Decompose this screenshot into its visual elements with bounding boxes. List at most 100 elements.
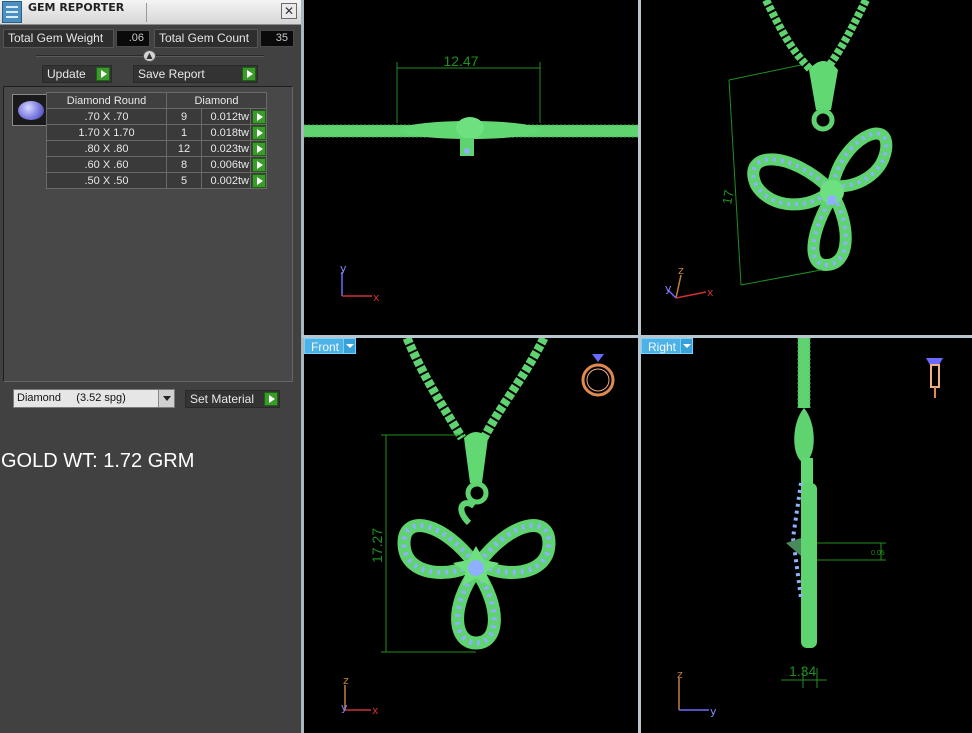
row-select-button[interactable] xyxy=(250,124,267,141)
axis-label-y: y xyxy=(665,282,672,295)
column-header-shape: Diamond Round xyxy=(46,92,167,109)
gem-weight: 0.006tw xyxy=(201,156,251,173)
material-dropdown[interactable]: Diamond (3.52 spg) xyxy=(13,389,175,408)
gem-weight: 0.018tw xyxy=(201,124,251,141)
play-arrow-icon xyxy=(252,158,266,172)
top-view-canvas: 12.47 y x xyxy=(304,53,638,304)
chevron-down-icon xyxy=(158,390,174,407)
pendant-perspective xyxy=(747,61,893,272)
table-header-row: Diamond Round Diamond xyxy=(46,92,267,109)
right-view-canvas: 0.05 1.34 z y xyxy=(677,338,943,718)
app-icon xyxy=(2,1,22,23)
viewport-splitter-vertical[interactable] xyxy=(638,0,641,733)
table-row: .60 X .60 8 0.006tw xyxy=(46,156,267,173)
gem-count: 8 xyxy=(166,156,202,173)
viewport-label-front[interactable]: Front xyxy=(304,338,347,354)
row-select-button[interactable] xyxy=(250,172,267,189)
gem-reporter-panel: GEM REPORTER ✕ Total Gem Weight .06 Tota… xyxy=(0,0,301,733)
title-separator xyxy=(146,3,147,22)
save-report-button[interactable]: Save Report xyxy=(133,65,258,83)
axis-gizmo: y x xyxy=(340,262,380,304)
axis-label-z: z xyxy=(343,674,349,687)
chain xyxy=(762,0,870,73)
dimension-label: 1.34 xyxy=(789,663,816,679)
gem-size: .60 X .60 xyxy=(46,156,167,173)
gem-weight: 0.002tw xyxy=(201,172,251,189)
gem-weight: 0.012tw xyxy=(201,108,251,125)
play-arrow-icon xyxy=(252,142,266,156)
total-gem-weight-label: Total Gem Weight xyxy=(3,29,114,48)
gem-table: Diamond Round Diamond .70 X .70 9 0.012t… xyxy=(46,92,267,189)
axis-label-z: z xyxy=(678,264,684,277)
dimension-label: 17 xyxy=(719,189,736,206)
material-selected-value: Diamond (3.52 spg) xyxy=(17,392,126,404)
viewport-right[interactable]: 0.05 1.34 z y Right xyxy=(641,338,972,733)
axis-gizmo: z y xyxy=(677,668,717,718)
axis-gizmo: z x y xyxy=(341,674,379,717)
viewport-perspective[interactable]: 17 z x y xyxy=(641,0,972,335)
chain xyxy=(402,338,549,441)
front-view-canvas: 17.27 z x y xyxy=(341,338,615,717)
play-arrow-icon xyxy=(242,67,256,81)
viewport-top[interactable]: 12.47 y x xyxy=(304,0,638,335)
axis-gizmo: z x y xyxy=(665,264,714,299)
gem-report-area: Diamond Round Diamond .70 X .70 9 0.012t… xyxy=(3,86,293,382)
set-material-button[interactable]: Set Material xyxy=(185,390,280,408)
chevron-down-icon[interactable] xyxy=(680,338,693,354)
reference-ring-icon xyxy=(581,354,615,397)
gem-count: 5 xyxy=(166,172,202,189)
gem-size: .70 X .70 xyxy=(46,108,167,125)
row-select-button[interactable] xyxy=(250,108,267,125)
gem-count: 12 xyxy=(166,140,202,157)
column-header-type: Diamond xyxy=(166,92,267,109)
gem-size: 1.70 X 1.70 xyxy=(46,124,167,141)
axis-label-x: x xyxy=(372,704,379,717)
update-button[interactable]: Update xyxy=(42,65,112,83)
pendant-side xyxy=(786,408,817,648)
viewport-label-right[interactable]: Right xyxy=(641,338,684,354)
gem-count: 1 xyxy=(166,124,202,141)
window-title: GEM REPORTER xyxy=(28,1,125,14)
total-gem-count-label: Total Gem Count xyxy=(154,29,258,48)
chevron-down-icon[interactable] xyxy=(343,338,356,354)
pendant-front xyxy=(397,432,556,650)
gem-size: .80 X .80 xyxy=(46,140,167,157)
play-arrow-icon xyxy=(252,110,266,124)
play-arrow-icon xyxy=(252,126,266,140)
viewport-front[interactable]: 17.27 z x y Front xyxy=(304,338,638,733)
collapse-toggle-icon[interactable]: ▲ xyxy=(143,50,156,62)
row-select-button[interactable] xyxy=(250,140,267,157)
gem-thumbnail-icon xyxy=(12,94,48,126)
dimension-label: 17.27 xyxy=(369,528,385,563)
dimension-label: 12.47 xyxy=(443,53,478,69)
gem-weight: 0.023tw xyxy=(201,140,251,157)
app-window: GEM REPORTER ✕ Total Gem Weight .06 Tota… xyxy=(0,0,972,733)
axis-label-y: y xyxy=(340,262,347,275)
axis-label-x: x xyxy=(373,291,380,304)
total-gem-weight-value: .06 xyxy=(116,30,150,47)
table-row: .70 X .70 9 0.012tw xyxy=(46,108,267,125)
perspective-view-canvas: 17 z x y xyxy=(665,0,893,299)
axis-label-y: y xyxy=(710,705,717,718)
close-button[interactable]: ✕ xyxy=(281,3,297,19)
table-row: .80 X .80 12 0.023tw xyxy=(46,140,267,157)
update-button-label: Update xyxy=(47,67,86,81)
set-material-button-label: Set Material xyxy=(190,392,255,406)
play-arrow-icon xyxy=(252,174,266,188)
svg-text:y: y xyxy=(341,701,348,714)
axis-label-z: z xyxy=(677,668,683,681)
play-arrow-icon xyxy=(96,67,110,81)
reference-ring-side-icon xyxy=(926,358,943,398)
table-row: .50 X .50 5 0.002tw xyxy=(46,172,267,189)
chain xyxy=(797,338,811,408)
viewport-splitter-horizontal[interactable] xyxy=(302,335,972,338)
gem-count: 9 xyxy=(166,108,202,125)
gem-size: .50 X .50 xyxy=(46,172,167,189)
title-bar: GEM REPORTER ✕ xyxy=(0,0,301,25)
dimension-marker xyxy=(396,62,541,123)
gold-weight-text: GOLD WT: 1.72 GRM xyxy=(1,450,195,472)
row-select-button[interactable] xyxy=(250,156,267,173)
save-report-button-label: Save Report xyxy=(138,67,205,81)
dimension-label-small: 0.05 xyxy=(871,550,885,557)
axis-label-x: x xyxy=(707,286,714,299)
